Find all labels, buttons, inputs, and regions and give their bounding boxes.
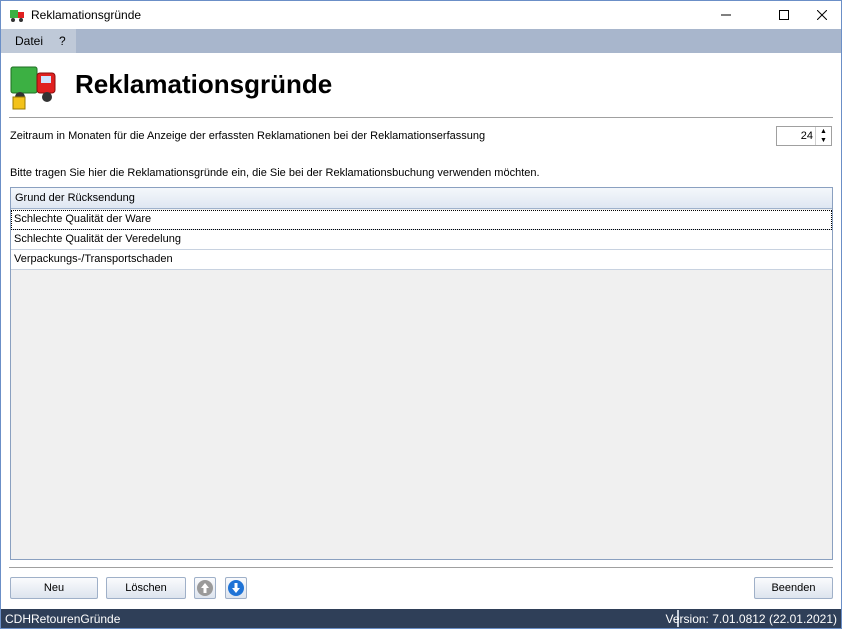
close-window-button[interactable]	[799, 1, 842, 29]
period-spinner[interactable]: 24 ▲ ▼	[776, 126, 832, 146]
table-row[interactable]: Schlechte Qualität der Veredelung	[11, 230, 832, 250]
quit-button[interactable]: Beenden	[754, 577, 833, 599]
arrow-up-icon	[197, 580, 213, 596]
menu-help[interactable]: ?	[53, 29, 72, 53]
status-module-name: CDHRetourenGründe	[5, 612, 121, 626]
status-bar: CDHRetourenGründe Version: 7.01.0812 (22…	[1, 609, 841, 628]
close-icon	[817, 10, 827, 20]
row-cell: Verpackungs-/Transportschaden	[14, 253, 173, 265]
status-version: Version: 7.01.0812 (22.01.2021)	[665, 612, 837, 626]
page-title: Reklamationsgründe	[75, 69, 333, 99]
arrow-down-icon	[228, 580, 244, 596]
row-cell: Schlechte Qualität der Ware	[14, 213, 152, 225]
table-row[interactable]: Verpackungs-/Transportschaden	[11, 250, 832, 270]
title-bar: Reklamationsgründe	[1, 1, 841, 29]
spin-down-icon[interactable]: ▼	[816, 136, 831, 145]
application-window: Reklamationsgründe Datei ? Reklamationsg…	[0, 0, 842, 629]
menu-datei[interactable]: Datei	[9, 29, 49, 53]
instruction-text: Bitte tragen Sie hier die Reklamationsgr…	[10, 167, 540, 179]
spinner-arrows[interactable]: ▲ ▼	[815, 127, 831, 145]
period-value[interactable]: 24	[801, 130, 813, 142]
table-row[interactable]: Schlechte Qualität der Ware	[11, 210, 832, 230]
move-up-button[interactable]	[194, 577, 216, 599]
move-down-button[interactable]	[225, 577, 247, 599]
new-button[interactable]: Neu	[10, 577, 98, 599]
minimize-icon	[721, 14, 731, 16]
delete-button[interactable]: Löschen	[106, 577, 186, 599]
header-divider	[9, 117, 833, 118]
grid-column-header[interactable]: Grund der Rücksendung	[11, 188, 832, 209]
spin-up-icon[interactable]: ▲	[816, 127, 831, 136]
footer-divider	[9, 567, 833, 568]
page-header: Reklamationsgründe	[1, 53, 841, 117]
menu-bar: Datei ?	[1, 29, 841, 53]
window-title: Reklamationsgründe	[31, 8, 142, 22]
maximize-icon	[779, 10, 789, 20]
column-header-label: Grund der Rücksendung	[15, 192, 135, 204]
truck-logo-icon	[10, 66, 56, 110]
period-label: Zeitraum in Monaten für die Anzeige der …	[10, 130, 486, 142]
row-cell: Schlechte Qualität der Veredelung	[14, 233, 181, 245]
truck-app-icon	[10, 10, 24, 22]
minimize-button[interactable]	[703, 1, 749, 29]
reasons-grid[interactable]: Grund der Rücksendung Schlechte Qualität…	[10, 187, 833, 560]
